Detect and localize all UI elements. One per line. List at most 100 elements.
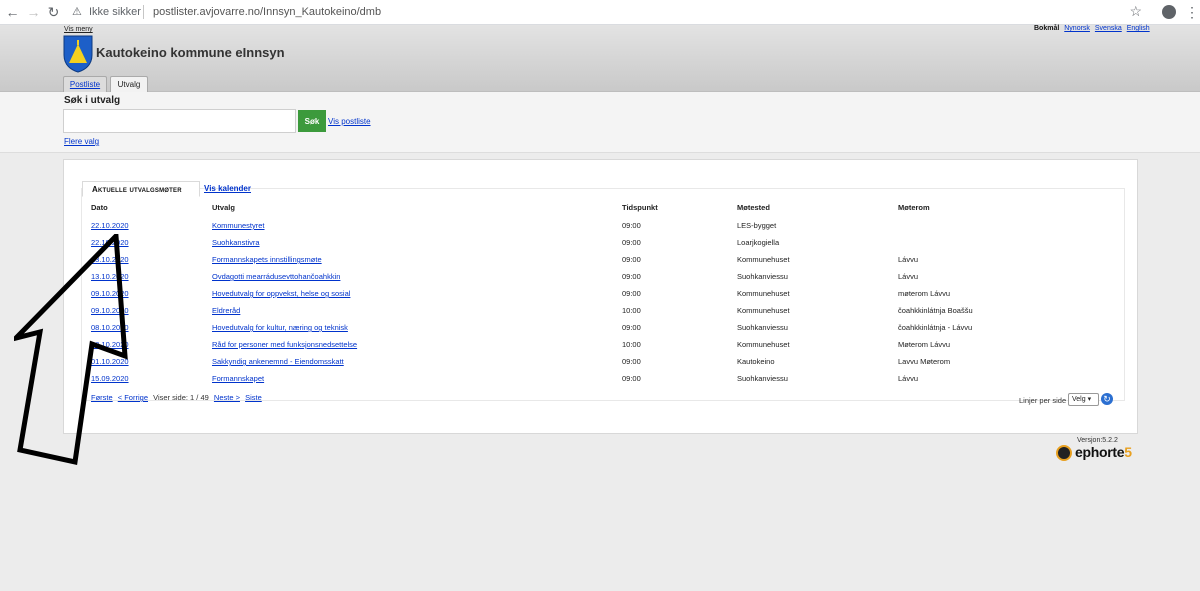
refresh-icon[interactable]: ↻ (1101, 393, 1113, 405)
ephorte-brand-text: ephorte (1075, 444, 1125, 460)
cell-utvalg-link[interactable]: Suohkanstivra (212, 238, 260, 247)
site-header: Vis meny Kautokeino kommune eInnsyn Bokm… (0, 25, 1200, 93)
column-header-tidspunkt[interactable]: Tidspunkt (622, 201, 737, 217)
meetings-panel: Aktuelle utvalgsmøter Vis kalender Dato … (63, 159, 1138, 434)
cell-tidspunkt: 09:00 (622, 272, 641, 281)
tab-postliste[interactable]: Postliste (63, 76, 107, 93)
cell-tidspunkt: 09:00 (622, 238, 641, 247)
column-header-motested[interactable]: Møtested (737, 201, 898, 217)
ephorte-brand: ephorte5 (1075, 444, 1132, 460)
lines-per-page-value: Velg (1072, 396, 1086, 403)
cell-utvalg-link[interactable]: Formannskapets innstillingsmøte (212, 255, 322, 264)
forward-icon[interactable]: → (25, 4, 42, 21)
address-bar[interactable]: ⚠ Ikke sikker postlister.avjovarre.no/In… (64, 3, 1160, 22)
cell-moterom: čoahkkinlátnja Boaššu (898, 306, 973, 315)
reload-icon[interactable]: ↻ (45, 4, 62, 21)
language-svenska[interactable]: Svenska (1095, 25, 1122, 32)
vis-postliste-link[interactable]: Vis postliste (328, 117, 371, 126)
ephorte-brand-num: 5 (1124, 444, 1132, 460)
table-row: 09.10.2020 Eldreråd 10:00 Kommunehuset čoahk… (91, 302, 1098, 319)
cell-tidspunkt: 10:00 (622, 306, 641, 315)
lines-per-page-label: Linjer per side (1019, 396, 1067, 405)
cell-moterom: Lávvu (898, 374, 919, 383)
cell-utvalg-link[interactable]: Hovedutvalg for kultur, næring og teknis… (212, 323, 348, 332)
cell-utvalg-link[interactable]: Råd for personer med funksjonsnedsettels… (212, 340, 357, 349)
language-selector: Bokmål Nynorsk Svenska English (1034, 25, 1153, 32)
annotation-arrow-icon (14, 234, 128, 466)
cell-tidspunkt: 09:00 (622, 323, 641, 332)
tab-aktuelle-utvalgsmoter[interactable]: Aktuelle utvalgsmøter (82, 181, 200, 197)
cell-moterom: čoahkkinlátnja - Lávvu (898, 323, 973, 332)
pager-last[interactable]: Siste (245, 393, 262, 402)
cell-utvalg: Hovedutvalg for oppvekst, helse og sosia… (212, 285, 622, 302)
browser-menu-icon[interactable]: ⋮ (1185, 3, 1199, 21)
version-text: Versjon:5.2.2 (1077, 437, 1118, 444)
table-row: 22.10.2020 Kommunestyret 09:00 LES-bygget (91, 217, 1098, 234)
cell-moterom (898, 234, 1098, 251)
separator (143, 5, 144, 19)
cell-tidspunkt: 09:00 (622, 374, 641, 383)
cell-motested: Suohkanviessu (737, 323, 788, 332)
cell-dato-link[interactable]: 22.10.2020 (91, 221, 129, 230)
ephorte-mark-icon (1056, 445, 1072, 461)
ephorte-logo: ephorte5 (1056, 444, 1136, 464)
bookmark-star-icon[interactable]: ☆ (1129, 3, 1142, 20)
cell-utvalg: Hovedutvalg for kultur, næring og teknis… (212, 319, 622, 336)
pager-next[interactable]: Neste > (214, 393, 240, 402)
tab-utvalg[interactable]: Utvalg (110, 76, 148, 93)
language-english[interactable]: English (1127, 25, 1150, 32)
table-row: 08.10.2020 Råd for personer med funksjons… (91, 336, 1098, 353)
cell-utvalg-link[interactable]: Eldreråd (212, 306, 240, 315)
search-input[interactable] (63, 109, 296, 133)
cell-motested: Loarjkogiella (737, 238, 780, 247)
table-row: 13.10.2020 Ovdagotti mearrádusevttohančoa… (91, 268, 1098, 285)
cell-utvalg-link[interactable]: Ovdagotti mearrádusevttohančoahkkin (212, 272, 340, 281)
pager-status: Viser side: 1 / 49 (153, 393, 209, 402)
search-heading: Søk i utvalg (64, 95, 121, 106)
search-section: Søk i utvalg Søk Vis postliste Flere val… (0, 92, 1200, 153)
cell-utvalg-link[interactable]: Kommunestyret (212, 221, 265, 230)
security-label: Ikke sikker (89, 6, 141, 18)
language-current: Bokmål (1034, 25, 1060, 32)
cell-tidspunkt: 10:00 (622, 340, 641, 349)
cell-utvalg: Suohkanstivra (212, 234, 622, 251)
search-button[interactable]: Søk (298, 110, 326, 132)
flere-valg-link[interactable]: Flere valg (64, 137, 99, 146)
cell-utvalg: Eldreråd (212, 302, 622, 319)
cell-utvalg-link[interactable]: Formannskapet (212, 374, 264, 383)
cell-tidspunkt: 09:00 (622, 221, 641, 230)
vis-meny-link[interactable]: Vis meny (64, 26, 93, 33)
cell-motested: Kommunehuset (737, 306, 790, 315)
table-body: 22.10.2020 Kommunestyret 09:00 LES-bygget 22… (91, 217, 1098, 387)
cell-motested: LES-bygget (737, 221, 777, 230)
account-icon[interactable] (1162, 5, 1176, 19)
site-title: Kautokeino kommune eInnsyn (96, 45, 285, 60)
coat-of-arms-icon (63, 35, 93, 73)
lines-per-page-select[interactable]: Velg ▾ (1068, 393, 1099, 406)
url-text[interactable]: postlister.avjovarre.no/Innsyn_Kautokein… (153, 6, 381, 18)
cell-utvalg-link[interactable]: Sakkyndig ankenemnd - Eiendomsskatt (212, 357, 344, 366)
cell-motested: Suohkanviessu (737, 374, 788, 383)
table-row: 22.10.2020 Suohkanstivra 09:00 Loarjkogiell… (91, 234, 1098, 251)
table-row: 08.10.2020 Hovedutvalg for kultur, næring… (91, 319, 1098, 336)
back-icon[interactable]: ← (4, 4, 21, 21)
browser-toolbar: ← → ↻ ⚠ Ikke sikker postlister.avjovarre… (0, 0, 1200, 25)
cell-moterom: Lavvu Møterom (898, 357, 951, 366)
cell-tidspunkt: 09:00 (622, 255, 641, 264)
column-header-dato[interactable]: Dato (91, 201, 212, 217)
language-nynorsk[interactable]: Nynorsk (1064, 25, 1090, 32)
tab-vis-kalender[interactable]: Vis kalender (204, 181, 251, 197)
table-row: 09.10.2020 Hovedutvalg for oppvekst, hels… (91, 285, 1098, 302)
column-header-moterom[interactable]: Møterom (898, 201, 1098, 217)
cell-motested: Kommunehuset (737, 340, 790, 349)
cell-motested: Kommunehuset (737, 255, 790, 264)
cell-utvalg: Ovdagotti mearrádusevttohančoahkkin (212, 268, 622, 285)
table-row: 13.10.2020 Formannskapets innstillingsmøt… (91, 251, 1098, 268)
cell-motested: Kommunehuset (737, 289, 790, 298)
cell-tidspunkt: 09:00 (622, 357, 641, 366)
cell-utvalg: Råd for personer med funksjonsnedsettels… (212, 336, 622, 353)
column-header-utvalg[interactable]: Utvalg (212, 201, 622, 217)
cell-utvalg-link[interactable]: Hovedutvalg for oppvekst, helse og sosia… (212, 289, 350, 298)
cell-utvalg: Sakkyndig ankenemnd - Eiendomsskatt (212, 353, 622, 370)
cell-utvalg: Formannskapet (212, 370, 622, 387)
